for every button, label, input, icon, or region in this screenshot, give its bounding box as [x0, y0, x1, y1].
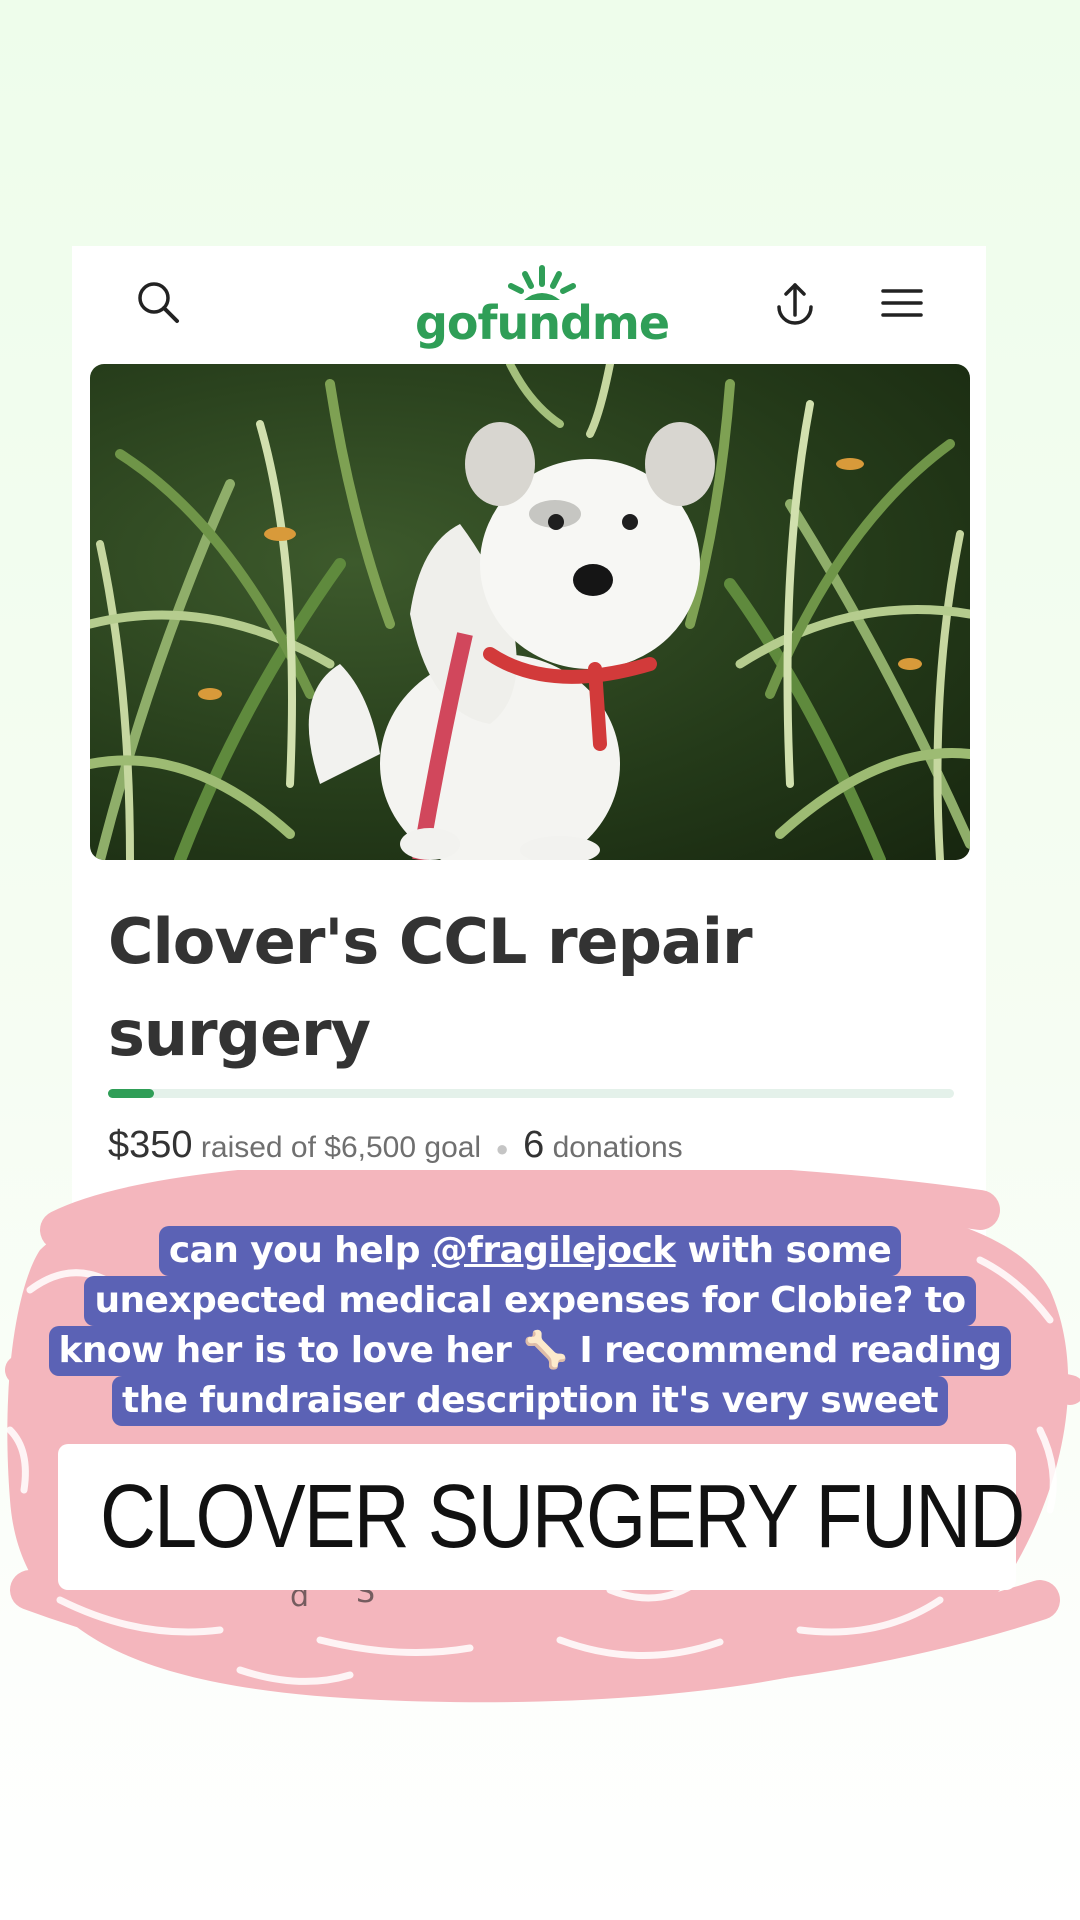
gofundme-card: gofundme Clover's CCL repair surgery $35…: [72, 246, 986, 1256]
share-upload-icon[interactable]: [760, 268, 830, 338]
campaign-title: Clover's CCL repair surgery: [108, 905, 753, 1070]
donation-count: 6: [523, 1124, 545, 1166]
hamburger-menu-icon[interactable]: [867, 268, 937, 338]
caption-line-1: can you help @fragilejock with some: [158, 1226, 902, 1276]
top-bar: gofundme: [72, 246, 986, 356]
separator-dot: ●: [495, 1136, 509, 1162]
fundraising-stats: $350 raised of $6,500 goal ● 6 donations: [108, 1124, 968, 1167]
caption-line-4: the fundraiser description it's very swe…: [112, 1376, 948, 1426]
link-sticker-label: CLOVER SURGERY FUND: [100, 1466, 1025, 1567]
campaign-hero-image[interactable]: [90, 364, 970, 860]
dog-photo: [90, 364, 970, 860]
progress-bar: [108, 1089, 954, 1098]
logo-text: gofundme: [414, 296, 670, 350]
link-sticker[interactable]: CLOVER SURGERY FUND: [58, 1444, 1025, 1590]
gofundme-logo[interactable]: gofundme: [412, 264, 672, 354]
amount-raised: $350: [108, 1124, 193, 1166]
search-icon[interactable]: [124, 268, 194, 338]
caption-line-2: unexpected medical expenses for Clobie? …: [84, 1276, 976, 1326]
progress-bar-fill: [108, 1089, 154, 1098]
donation-label: donations: [552, 1131, 683, 1164]
bone-emoji-icon: 🦴: [523, 1330, 568, 1371]
story-caption: can you help @fragilejock with some unex…: [48, 1226, 1012, 1426]
goal-text: raised of $6,500 goal: [200, 1131, 482, 1164]
mention-link[interactable]: @fragilejock: [432, 1230, 676, 1271]
caption-line-3: know her is to love her 🦴 I recommend re…: [48, 1326, 1012, 1376]
